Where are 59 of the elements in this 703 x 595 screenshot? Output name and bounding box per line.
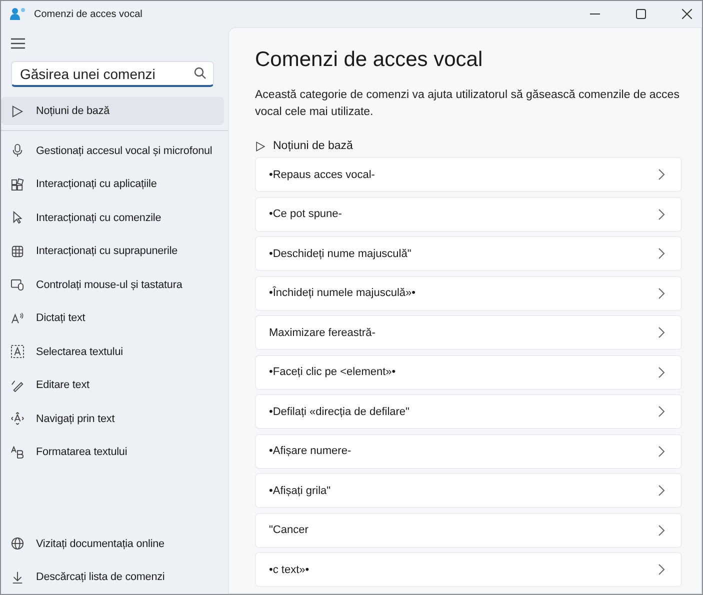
nav-item[interactable]: Navigați prin text xyxy=(1,402,224,436)
maximize-icon[interactable] xyxy=(636,9,646,19)
nav-item[interactable]: Controlați mouse-ul și tastatura xyxy=(1,268,224,302)
app-icon xyxy=(10,7,26,21)
nav-item[interactable]: Gestionați accesul vocal și microfonul xyxy=(1,134,224,168)
command-item[interactable]: •Afișare numere- xyxy=(255,434,682,468)
nav-item[interactable]: Dictați text xyxy=(1,302,224,335)
nav-item[interactable]: Interacționați cu aplicațiile xyxy=(1,168,224,201)
command-item[interactable]: •Deschideți nume majusculă" xyxy=(255,236,682,271)
nav-item[interactable]: Editare text xyxy=(1,368,224,402)
section-title: Noțiuni de bază xyxy=(273,140,353,152)
command-item[interactable]: •Închideți numele majusculă»• xyxy=(255,276,682,310)
text-select-icon xyxy=(11,345,24,358)
command-item[interactable]: •c text»• xyxy=(255,552,682,587)
command-item[interactable]: "Cancer xyxy=(255,512,682,548)
command-item[interactable]: Maximizare fereastră- xyxy=(255,315,682,350)
keyboard-mouse-icon xyxy=(11,278,24,292)
text-format-icon xyxy=(11,446,24,459)
chevron-icon xyxy=(658,446,665,456)
close-icon[interactable] xyxy=(682,9,692,19)
search-icon xyxy=(194,67,206,79)
command-item[interactable]: •Afișați grila" xyxy=(255,473,682,508)
menu-icon[interactable] xyxy=(11,38,25,49)
apps-icon xyxy=(11,178,24,191)
nav-link[interactable]: Vizitați documentația online xyxy=(1,527,224,560)
nav-item[interactable]: Interacționați cu comenzile xyxy=(1,201,224,234)
nav-item[interactable]: Noțiuni de bază xyxy=(1,97,224,125)
command-item[interactable]: •Defilați «direcția de defilare" xyxy=(255,394,682,429)
chevron-icon xyxy=(658,406,665,417)
chevron-icon xyxy=(658,485,665,496)
command-item[interactable]: •Ce pot spune- xyxy=(255,196,682,232)
chevron-icon xyxy=(658,288,665,298)
microphone-icon xyxy=(11,144,24,158)
dictate-icon xyxy=(11,312,24,325)
grid-icon xyxy=(11,244,24,258)
search-field[interactable]: Găsirea unei comenzi xyxy=(11,61,214,87)
chevron-icon xyxy=(658,169,665,180)
window-title: Comenzi de acces vocal xyxy=(34,8,142,20)
nav-item[interactable]: Formatarea textului xyxy=(1,436,224,469)
play-icon xyxy=(255,140,266,152)
nav-link[interactable]: Descărcați lista de comenzi xyxy=(1,560,224,594)
page-heading: Comenzi de acces vocal xyxy=(255,48,484,72)
description-text: Această categorie de comenzi va ajuta utilizatorul să găsească comenzile de acces vocal cele mai utilizate. xyxy=(255,88,680,120)
play-icon xyxy=(11,104,24,118)
globe-icon xyxy=(11,537,24,550)
pointer-icon xyxy=(11,211,24,224)
edit-icon xyxy=(11,378,24,392)
download-icon xyxy=(11,570,24,584)
command-item[interactable]: •Faceți clic pe <element»• xyxy=(255,354,682,390)
nav-item[interactable]: Interacționați cu suprapunerile xyxy=(1,234,224,268)
chevron-icon xyxy=(658,564,665,575)
chevron-icon xyxy=(658,366,665,378)
chevron-icon xyxy=(658,524,665,536)
nav-item[interactable]: Selectarea textului xyxy=(1,335,224,368)
chevron-icon xyxy=(658,208,665,220)
chevron-icon xyxy=(658,248,665,259)
text-navigate-icon xyxy=(11,412,24,426)
command-item[interactable]: •Repaus acces vocal- xyxy=(255,157,682,192)
chevron-icon xyxy=(658,327,665,338)
